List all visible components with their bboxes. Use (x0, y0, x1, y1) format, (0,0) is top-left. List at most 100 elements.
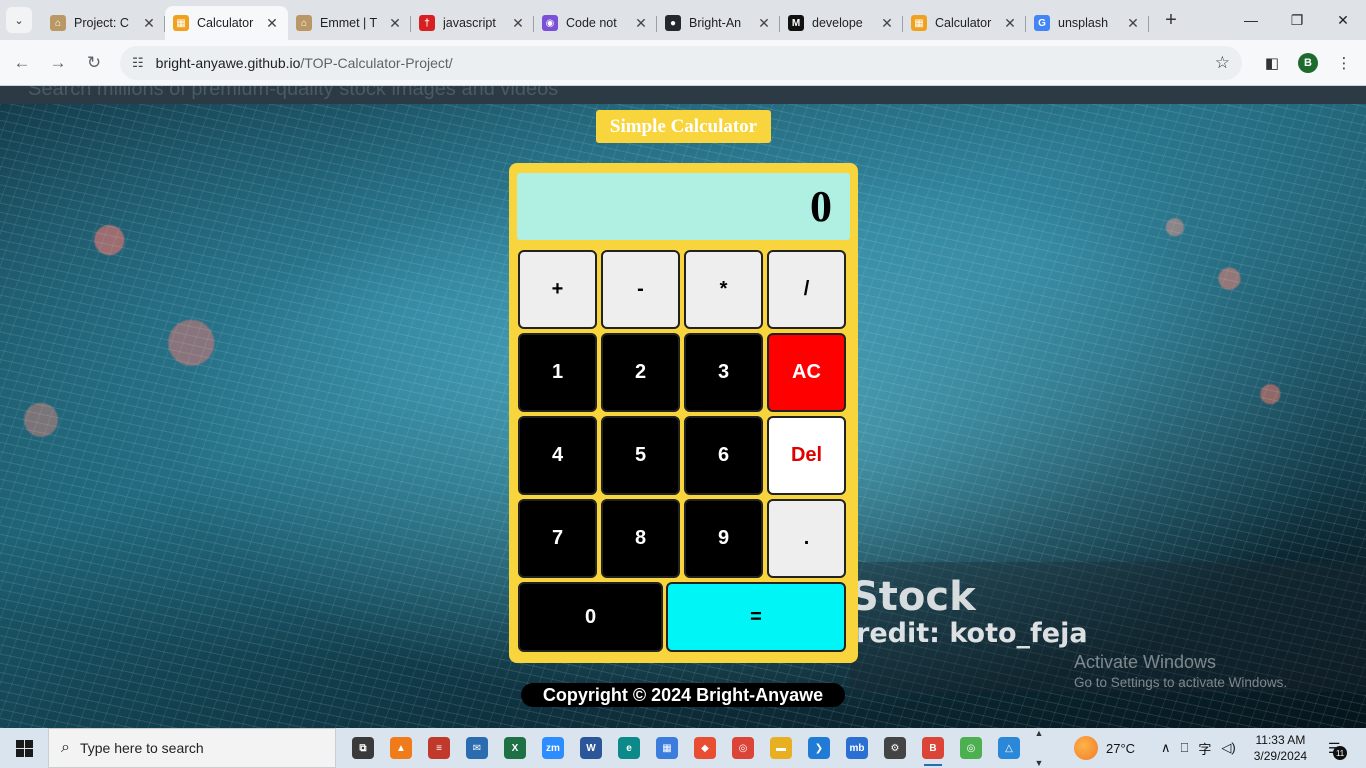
browser-tab[interactable]: Mdevelope ✕ (780, 6, 903, 40)
taskbar-app-task-view[interactable]: ⧉ (344, 728, 382, 768)
forward-button[interactable]: → (40, 45, 76, 81)
browser-tab[interactable]: ● Bright-An ✕ (657, 6, 780, 40)
close-window-button[interactable]: ✕ (1320, 0, 1366, 40)
browser-tab[interactable]: ⌂ Emmet | T ✕ (288, 6, 411, 40)
chevron-down-icon: ⌄ (14, 14, 24, 27)
address-bar[interactable]: ☷ bright-anyawe.github.io/TOP-Calculator… (120, 45, 1242, 80)
minus-button[interactable]: - (601, 250, 680, 329)
taskbar-app-notepad[interactable]: ≡ (420, 728, 458, 768)
taskbar-app-vlc[interactable]: ▲ (382, 728, 420, 768)
system-clock[interactable]: 11:33 AM 3/29/2024 (1254, 732, 1307, 764)
side-panel-icon: ◧ (1264, 54, 1280, 72)
tab-close-icon[interactable]: ✕ (264, 15, 280, 32)
digit-6-button[interactable]: 6 (684, 416, 763, 495)
tab-title: Calculator (935, 16, 992, 30)
digit-9-button[interactable]: 9 (684, 499, 763, 578)
volume-icon[interactable]: ◁) (1221, 740, 1235, 756)
taskbar-app-photos[interactable]: △ (990, 728, 1028, 768)
taskbar-app-vscode[interactable]: ❯ (800, 728, 838, 768)
taskbar-scroll[interactable]: ▲ ▼ (1032, 728, 1046, 768)
tab-close-icon[interactable]: ✕ (633, 15, 649, 32)
task-view-icon: ⧉ (352, 737, 374, 759)
site-info-icon[interactable]: ☷ (132, 55, 144, 71)
tab-favicon-icon: ▦ (173, 15, 189, 31)
browser-tab[interactable]: † javascript ✕ (411, 6, 534, 40)
taskbar-app-git[interactable]: ◆ (686, 728, 724, 768)
mb-icon: mb (846, 737, 868, 759)
notification-count-badge: 11 (1333, 746, 1348, 760)
tab-close-icon[interactable]: ✕ (510, 15, 526, 32)
taskbar-app-file-explorer[interactable]: ▬ (762, 728, 800, 768)
activate-windows-notice: Activate Windows Go to Settings to activ… (1074, 652, 1287, 690)
taskbar-app-chrome-profile-b[interactable]: B (914, 728, 952, 768)
divide-button[interactable]: / (767, 250, 846, 329)
digit-1-button[interactable]: 1 (518, 333, 597, 412)
vscode-icon: ❯ (808, 737, 830, 759)
reload-button[interactable]: ↻ (76, 45, 112, 81)
taskbar-app-chrome-profile-2[interactable]: ◎ (952, 728, 990, 768)
taskbar-app-excel[interactable]: X (496, 728, 534, 768)
taskbar-app-mail[interactable]: ✉ (458, 728, 496, 768)
restore-button[interactable]: ❐ (1274, 0, 1320, 40)
side-panel-button[interactable]: ◧ (1254, 45, 1290, 81)
git-icon: ◆ (694, 737, 716, 759)
tab-close-icon[interactable]: ✕ (1125, 15, 1141, 32)
all-clear-button[interactable]: AC (767, 333, 846, 412)
decimal-button[interactable]: . (767, 499, 846, 578)
weather-widget[interactable]: 27°C (1074, 736, 1135, 760)
taskbar-app-mb[interactable]: mb (838, 728, 876, 768)
plus-button[interactable]: + (518, 250, 597, 329)
taskbar-app-store[interactable]: ▦ (648, 728, 686, 768)
taskbar-app-zoom[interactable]: zm (534, 728, 572, 768)
input-language-icon[interactable]: 字 (1198, 739, 1211, 758)
tab-close-icon[interactable]: ✕ (1002, 15, 1018, 32)
browser-menu-button[interactable]: ⋮ (1326, 45, 1362, 81)
tab-search-button[interactable]: ⌄ (6, 7, 32, 33)
tab-close-icon[interactable]: ✕ (879, 15, 895, 32)
calculator-title: Simple Calculator (596, 110, 771, 143)
digit-4-button[interactable]: 4 (518, 416, 597, 495)
tab-close-icon[interactable]: ✕ (387, 15, 403, 32)
multiply-button[interactable]: * (684, 250, 763, 329)
browser-tab[interactable]: ⌂ Project: C ✕ (42, 6, 165, 40)
digit-8-button[interactable]: 8 (601, 499, 680, 578)
equals-button[interactable]: = (666, 582, 846, 652)
excel-icon: X (504, 737, 526, 759)
tab-close-icon[interactable]: ✕ (756, 15, 772, 32)
taskbar-app-word[interactable]: W (572, 728, 610, 768)
browser-tab[interactable]: Gunsplash ✕ (1026, 6, 1149, 40)
digit-0-button[interactable]: 0 (518, 582, 663, 652)
notification-center-button[interactable]: ☰ 11 (1319, 728, 1349, 768)
taskbar: ⌕ Type here to search ⧉ ▲ ≡ ✉ Xzm We ▦ ◆ ◎ ▬ ❯ mb ⚙ B… (0, 728, 1366, 768)
digit-2-button[interactable]: 2 (601, 333, 680, 412)
tab-close-icon[interactable]: ✕ (141, 15, 157, 32)
bookmark-star-icon[interactable]: ☆ (1215, 53, 1230, 73)
profile-button[interactable]: B (1290, 45, 1326, 81)
new-tab-button[interactable]: + (1157, 6, 1185, 34)
browser-tab-bar: ⌄ ⌂ Project: C ✕ ▦ Calculator ✕ ⌂ Emmet | T ✕ † ja… (0, 0, 1366, 40)
window-controls: — ❐ ✕ (1228, 0, 1366, 40)
browser-tab[interactable]: ▦ Calculator ✕ (903, 6, 1026, 40)
tab-title: Calculator (197, 16, 254, 30)
back-button[interactable]: ← (4, 45, 40, 81)
taskbar-app-edge[interactable]: e (610, 728, 648, 768)
taskbar-search[interactable]: ⌕ Type here to search (48, 728, 336, 768)
taskbar-app-chrome[interactable]: ◎ (724, 728, 762, 768)
word-icon: W (580, 737, 602, 759)
delete-button[interactable]: Del (767, 416, 846, 495)
chrome-profile-2-icon: ◎ (960, 737, 982, 759)
tab-favicon-icon: ◉ (542, 15, 558, 31)
digit-5-button[interactable]: 5 (601, 416, 680, 495)
taskbar-app-settings[interactable]: ⚙ (876, 728, 914, 768)
browser-tab[interactable]: ▦ Calculator ✕ (165, 6, 288, 40)
network-icon[interactable]: ⎕ (1181, 740, 1189, 756)
system-tray: ∧ ⎕ 字 ◁) (1161, 739, 1246, 758)
tab-favicon-icon: † (419, 15, 435, 31)
start-button[interactable] (0, 728, 48, 768)
minimize-button[interactable]: — (1228, 0, 1274, 40)
tray-chevron-icon[interactable]: ∧ (1161, 740, 1171, 756)
browser-tab[interactable]: ◉ Code not ✕ (534, 6, 657, 40)
digit-3-button[interactable]: 3 (684, 333, 763, 412)
url-text[interactable]: bright-anyawe.github.io/TOP-Calculator-P… (156, 55, 1215, 71)
digit-7-button[interactable]: 7 (518, 499, 597, 578)
